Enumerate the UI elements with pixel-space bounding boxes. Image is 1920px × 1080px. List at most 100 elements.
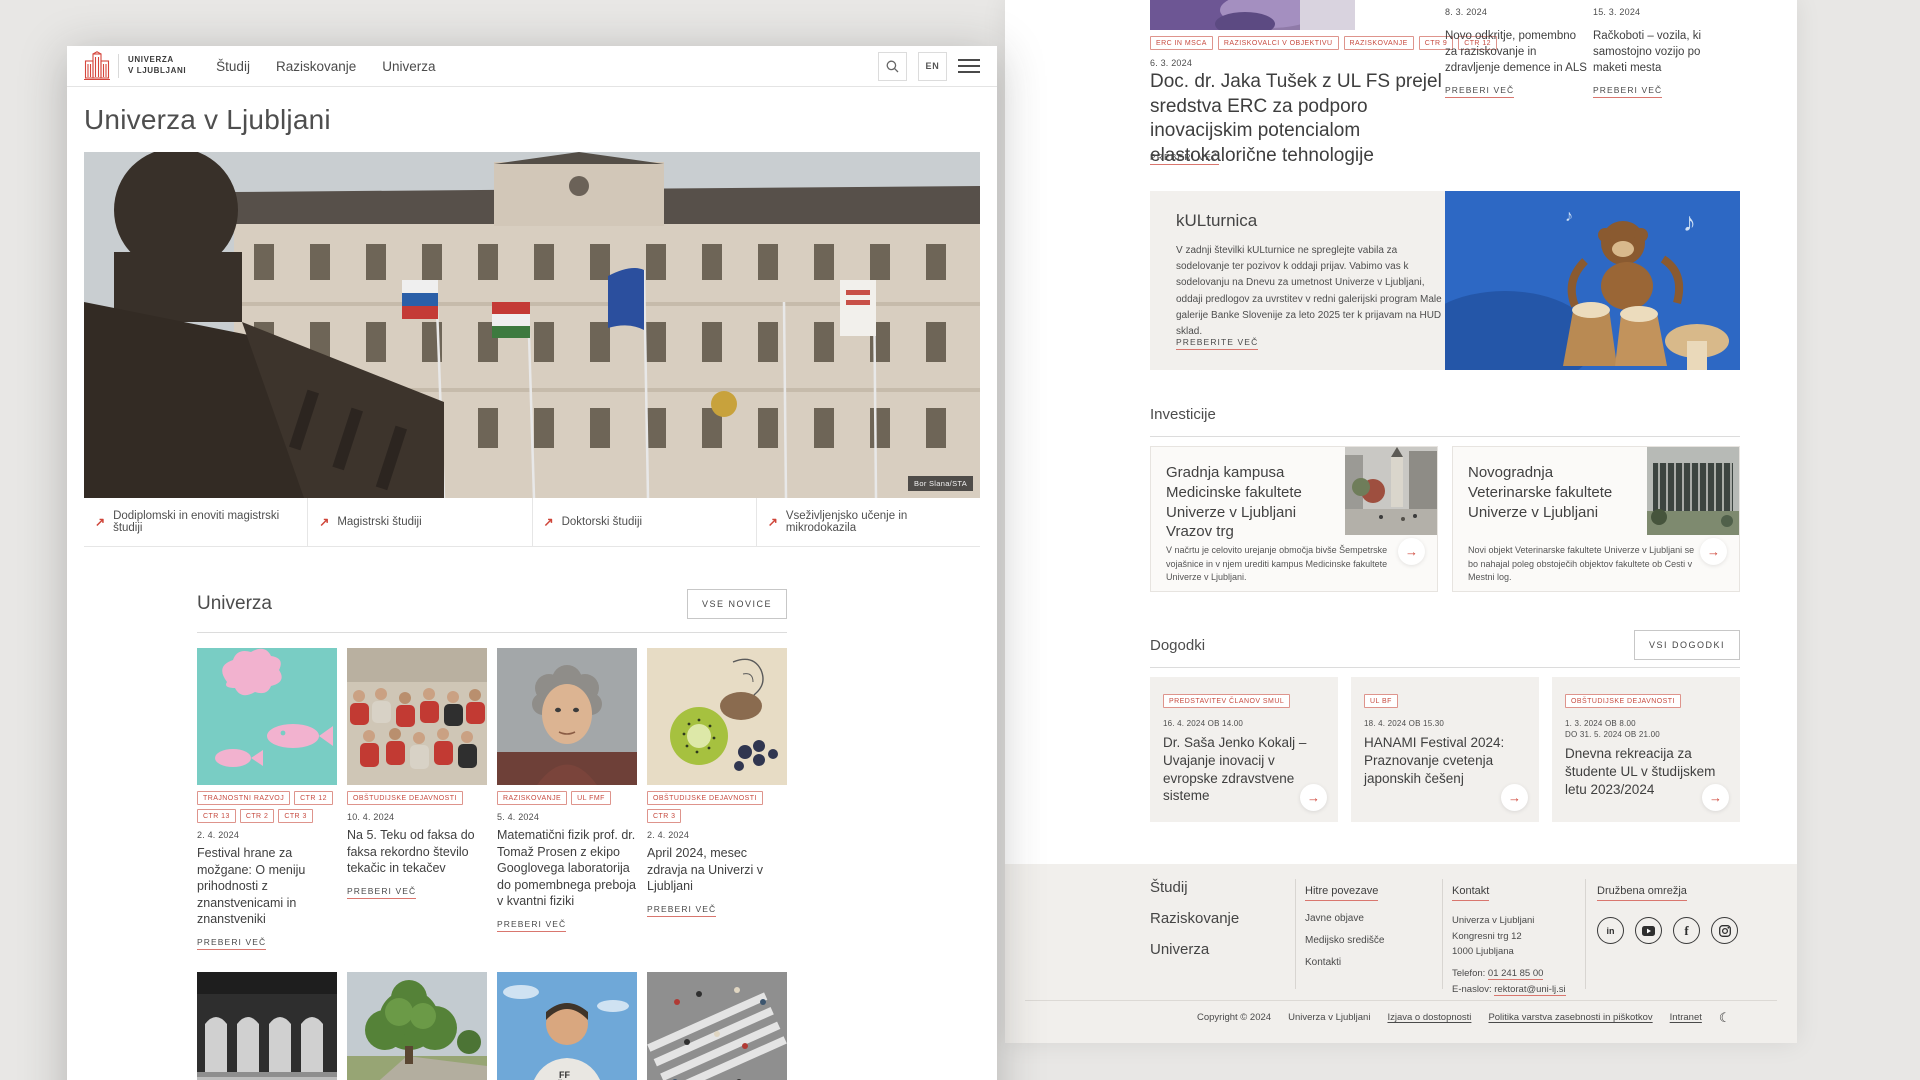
tag-chip[interactable]: RAZISKOVANJE <box>497 791 567 805</box>
nav-studij[interactable]: Študij <box>216 59 250 74</box>
contact-phone-link[interactable]: 01 241 85 00 <box>1488 968 1543 980</box>
language-toggle-button[interactable]: EN <box>918 52 947 81</box>
footer-divider <box>1442 879 1443 989</box>
news-card-image[interactable] <box>647 648 787 785</box>
news-card: OBŠTUDIJSKE DEJAVNOSTI 10. 4. 2024 Na 5.… <box>347 648 487 950</box>
news-card-title: April 2024, mesec zdravja na Univerzi v … <box>647 845 787 895</box>
footer-contact: Kontakt Univerza v Ljubljani Kongresni t… <box>1452 881 1582 997</box>
read-more-link[interactable]: PREBERI VEČ <box>497 919 566 932</box>
arrow-up-right-icon: ↗ <box>768 515 778 529</box>
footer-link-javne-objave[interactable]: Javne objave <box>1305 913 1384 924</box>
facebook-icon[interactable]: f <box>1673 917 1700 944</box>
quick-link-dodiplomski[interactable]: ↗ Dodiplomski in enoviti magistrski štud… <box>84 498 307 546</box>
news-card-image[interactable]: FF ŠKA VŽ <box>497 972 637 1080</box>
intranet-link[interactable]: Intranet <box>1670 1012 1702 1023</box>
read-more-link[interactable]: PREBERI VEČ <box>1593 85 1662 98</box>
tag-chip[interactable]: OBŠTUDIJSKE DEJAVNOSTI <box>347 791 463 805</box>
news-card-image[interactable] <box>497 648 637 785</box>
nav-raziskovanje[interactable]: Raziskovanje <box>276 59 356 74</box>
quick-link-doktorski[interactable]: ↗ Doktorski študiji <box>532 498 756 546</box>
quick-link-vsezivljenjsko[interactable]: ↗ Vseživljenjsko učenje in mikrodokazila <box>756 498 980 546</box>
featured-article-image[interactable] <box>1150 0 1355 30</box>
kulturnica-read-more-link[interactable]: PREBERITE VEČ <box>1176 337 1258 350</box>
arcade-courtyard-photo <box>197 972 337 1080</box>
kulturnica-title: kULturnica <box>1176 211 1257 231</box>
arrow-right-icon[interactable]: → <box>1702 784 1729 811</box>
privacy-policy-link[interactable]: Politika varstva zasebnosti in piškotkov <box>1488 1012 1652 1023</box>
tag-chip[interactable]: CTR 3 <box>647 809 681 823</box>
investicije-cards: Gradnja kampusa Medicinske fakultete Uni… <box>1150 446 1740 592</box>
footer-nav-studij[interactable]: Študij <box>1150 879 1239 896</box>
tag-chip[interactable]: PREDSTAVITEV ČLANOV SMUL <box>1163 694 1290 708</box>
university-logo[interactable]: UNIVERZA V LJUBLJANI <box>84 51 186 81</box>
tag-chip[interactable]: CTR 2 <box>240 809 274 823</box>
svg-text:FF: FF <box>559 1070 570 1080</box>
arrow-right-icon[interactable]: → <box>1700 538 1727 565</box>
university-building-icon <box>84 51 110 81</box>
event-card[interactable]: OBŠTUDIJSKE DEJAVNOSTI 1. 3. 2024 OB 8.0… <box>1552 677 1740 822</box>
tag-chip[interactable]: UL BF <box>1364 694 1398 708</box>
arrow-right-icon[interactable]: → <box>1501 784 1528 811</box>
linkedin-icon[interactable]: in <box>1597 917 1624 944</box>
tag-chip[interactable]: CTR 13 <box>197 809 236 823</box>
tag-chip[interactable]: ERC IN MSCA <box>1150 36 1213 50</box>
footer-nav-univerza[interactable]: Univerza <box>1150 941 1239 958</box>
divider <box>1150 436 1740 437</box>
event-card[interactable]: UL BF 18. 4. 2024 OB 15.30 HANAMI Festiv… <box>1351 677 1539 822</box>
news-card-title: Festival hrane za možgane: O meniju prih… <box>197 845 337 928</box>
read-more-link[interactable]: PREBERI VEČ <box>347 886 416 899</box>
dogodki-header: Dogodki VSI DOGODKI <box>1150 630 1740 660</box>
news-card-date: 2. 4. 2024 <box>647 830 787 840</box>
news-card-image[interactable] <box>347 648 487 785</box>
featured-read-more-link[interactable]: PREBERI VEČ <box>1150 152 1219 165</box>
investicija-card[interactable]: Gradnja kampusa Medicinske fakultete Uni… <box>1150 446 1438 592</box>
read-more-link[interactable]: PREBERI VEČ <box>647 904 716 917</box>
news-card-image[interactable] <box>347 972 487 1080</box>
tag-chip[interactable]: TRAJNOSTNI RAZVOJ <box>197 791 290 805</box>
logo-text-line2: V LJUBLJANI <box>128 66 186 77</box>
accessibility-link[interactable]: Izjava o dostopnosti <box>1387 1012 1471 1023</box>
footer-nav-raziskovanje[interactable]: Raziskovanje <box>1150 910 1239 927</box>
footer-link-kontakti[interactable]: Kontakti <box>1305 957 1384 968</box>
menu-icon[interactable] <box>958 55 980 77</box>
instagram-icon[interactable] <box>1711 917 1738 944</box>
divider <box>197 632 787 633</box>
desktop-canvas: ERC IN MSCA RAZISKOVALCI V OBJEKTIVU RAZ… <box>0 0 1920 1080</box>
news-card: FF ŠKA VŽ NAGRADE IN PRIZNANJA DOKTORSKI… <box>497 972 637 1080</box>
tag-chip[interactable]: CTR 12 <box>294 791 333 805</box>
dark-mode-toggle-icon[interactable]: ☾ <box>1719 1011 1731 1024</box>
nav-univerza[interactable]: Univerza <box>382 59 435 74</box>
tag-chip[interactable]: OBŠTUDIJSKE DEJAVNOSTI <box>1565 694 1681 708</box>
event-card[interactable]: PREDSTAVITEV ČLANOV SMUL 16. 4. 2024 OB … <box>1150 677 1338 822</box>
tag-chip[interactable]: RAZISKOVALCI V OBJEKTIVU <box>1218 36 1339 50</box>
footer-link-medijsko-sredisce[interactable]: Medijsko središče <box>1305 935 1384 946</box>
investicija-title: Novogradnja Veterinarske fakultete Unive… <box>1468 463 1640 522</box>
quick-link-magistrski[interactable]: ↗ Magistrski študiji <box>307 498 531 546</box>
news-card-image[interactable] <box>197 648 337 785</box>
featured-date: 6. 3. 2024 <box>1150 58 1192 68</box>
all-news-button[interactable]: VSE NOVICE <box>687 589 787 619</box>
youtube-icon[interactable] <box>1635 917 1662 944</box>
tag-chip[interactable]: UL FMF <box>571 791 611 805</box>
contact-phone-label: Telefon: <box>1452 968 1488 979</box>
footer-quick-links: Hitre povezave Javne objave Medijsko sre… <box>1305 881 1384 979</box>
read-more-link[interactable]: PREBERI VEČ <box>1445 85 1514 98</box>
contact-email-link[interactable]: rektorat@uni-lj.si <box>1494 984 1565 996</box>
search-button[interactable] <box>878 52 907 81</box>
footer-social: Družbena omrežja in f <box>1597 881 1738 944</box>
tag-chip[interactable]: RAZISKOVANJE <box>1344 36 1414 50</box>
investicija-card[interactable]: Novogradnja Veterinarske fakultete Unive… <box>1452 446 1740 592</box>
all-events-button[interactable]: VSI DOGODKI <box>1634 630 1740 660</box>
event-datetime: 16. 4. 2024 OB 14.00 <box>1163 719 1325 728</box>
scientist-portrait-photo <box>497 648 637 785</box>
read-more-link[interactable]: PREBERI VEČ <box>197 937 266 950</box>
tag-chip[interactable]: OBŠTUDIJSKE DEJAVNOSTI <box>647 791 763 805</box>
tag-chip[interactable]: CTR 3 <box>278 809 312 823</box>
mini-news-date: 8. 3. 2024 <box>1445 7 1487 17</box>
news-card: MEDNARODNO SODELOVANJE RAZISKOVANJE 26. … <box>197 972 337 1080</box>
news-card-image[interactable] <box>197 972 337 1080</box>
arrow-right-icon[interactable]: → <box>1300 784 1327 811</box>
arrow-right-icon[interactable]: → <box>1398 538 1425 565</box>
event-title: HANAMI Festival 2024: Praznovanje cveten… <box>1364 734 1526 787</box>
news-card-image[interactable] <box>647 972 787 1080</box>
